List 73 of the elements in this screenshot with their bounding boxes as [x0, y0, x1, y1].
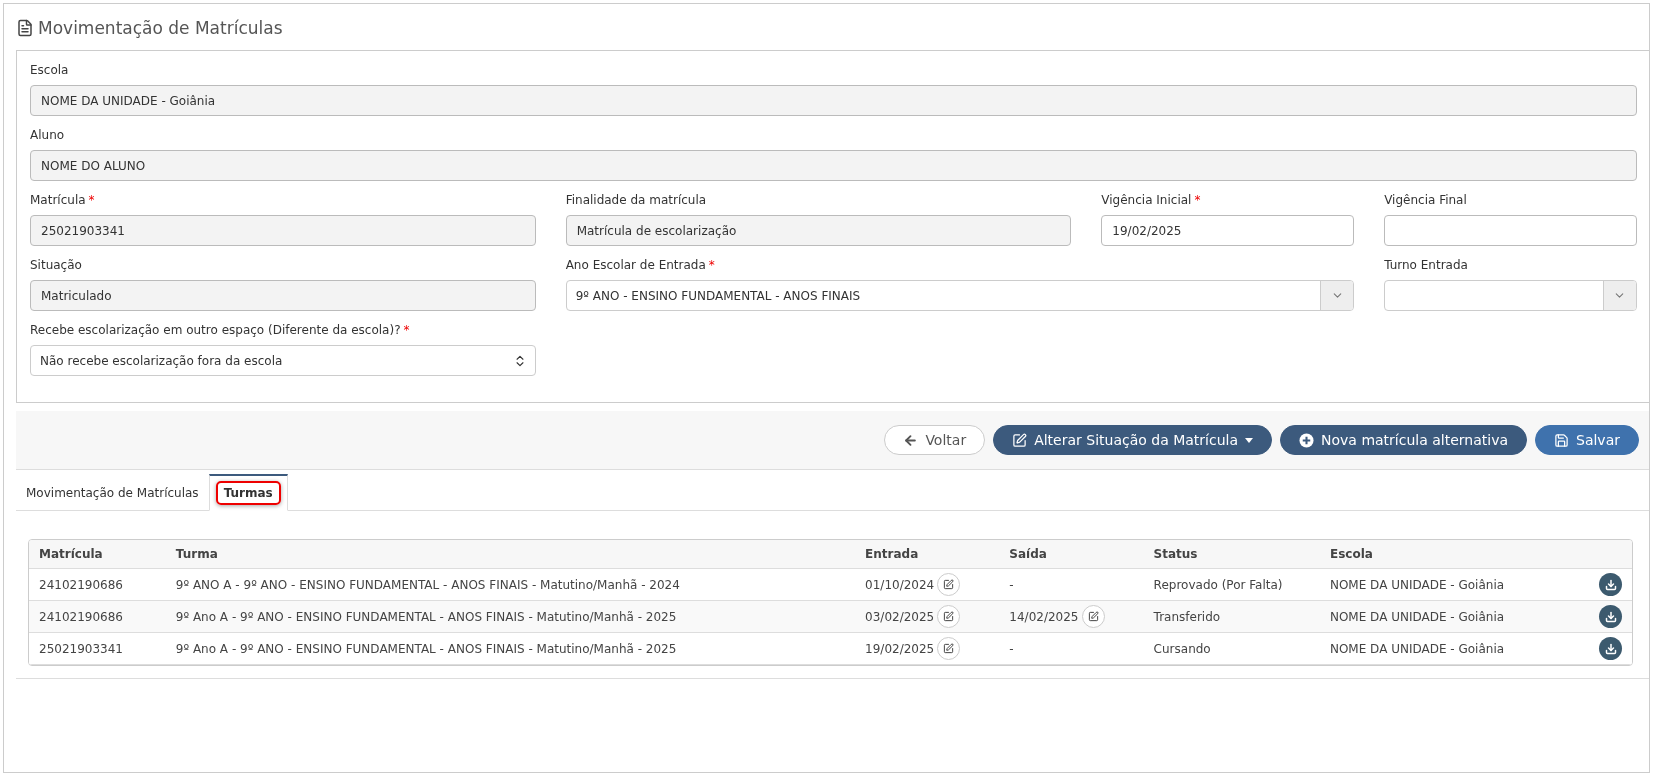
date-text: 03/02/2025: [865, 609, 935, 624]
table-cell: 24102190686: [29, 600, 166, 633]
readonly-field[interactable]: NOME DA UNIDADE - Goiânia: [30, 85, 1637, 116]
readonly-field[interactable]: Matrícula de escolarização: [565, 215, 1072, 246]
edit-icon: [943, 611, 955, 622]
required-asterisk: *: [708, 258, 715, 272]
field-label: Vigência Final: [1384, 193, 1468, 207]
select-field[interactable]: 9º ANO - ENSINO FUNDAMENTAL - ANOS FINAIS: [565, 280, 1355, 311]
readonly-field[interactable]: NOME DO ALUNO: [30, 150, 1637, 181]
download-button[interactable]: [1599, 605, 1622, 628]
field-label: Turno Entrada: [1384, 258, 1469, 272]
edit-icon: [1087, 611, 1099, 622]
date-text: 19/02/2025: [865, 641, 935, 656]
table-cell: Reprovado (Por Falta): [1143, 568, 1320, 601]
field-label: Vigência Inicial *: [1101, 193, 1202, 207]
edit-button[interactable]: [937, 573, 961, 596]
column-header: Escola: [1319, 540, 1576, 569]
field-label: Finalidade da matrícula: [565, 193, 708, 207]
column-header: Status: [1143, 540, 1320, 569]
tab[interactable]: Turmas: [208, 474, 288, 511]
table-cell: NOME DA UNIDADE - Goiânia: [1319, 632, 1576, 665]
download-icon: [1604, 610, 1617, 623]
table-cell: Transferido: [1143, 600, 1320, 633]
date-text: 01/10/2024: [865, 577, 935, 592]
column-header: Saída: [999, 540, 1144, 569]
plus-circle-icon: [1299, 432, 1315, 448]
download-icon: [1604, 578, 1617, 591]
column-header: Entrada: [855, 540, 1000, 569]
table-cell: 9º Ano A - 9º ANO - ENSINO FUNDAMENTAL - ANOS FINAIS - Matutino/Manhã - 2025: [165, 632, 856, 665]
add-button[interactable]: Nova matrícula alternativa: [1280, 425, 1527, 455]
table-cell: 25021903341: [29, 632, 166, 665]
date-field[interactable]: [1384, 215, 1637, 246]
column-header: Turma: [165, 540, 856, 569]
table-cell: Cursando: [1143, 632, 1320, 665]
save-icon: [1554, 432, 1569, 448]
readonly-field[interactable]: Matriculado: [30, 280, 536, 311]
table-cell: NOME DA UNIDADE - Goiânia: [1319, 600, 1576, 633]
date-text: 14/02/2025: [1009, 609, 1079, 624]
required-asterisk: *: [88, 193, 95, 207]
date-text: -: [1009, 641, 1014, 656]
download-button[interactable]: [1599, 637, 1622, 660]
edit-icon: [943, 643, 955, 654]
select-field[interactable]: Não recebe escolarização fora da escola: [30, 345, 536, 376]
menu-button[interactable]: Alterar Situação da Matrícula: [993, 425, 1273, 455]
table-cell: 9º ANO A - 9º ANO - ENSINO FUNDAMENTAL - ANOS FINAIS - Matutino/Manhã - 2024: [165, 568, 856, 601]
field-label: Ano Escolar de Entrada *: [565, 258, 716, 272]
field-label: Aluno: [30, 128, 66, 142]
download-icon: [1604, 642, 1617, 655]
column-header: Matrícula: [29, 540, 166, 569]
readonly-field[interactable]: 25021903341: [30, 215, 536, 246]
download-button[interactable]: [1599, 573, 1622, 596]
edit-icon: [1012, 432, 1028, 448]
edit-button[interactable]: [937, 605, 961, 628]
page-title: Movimentação de Matrículas: [38, 18, 283, 38]
table-cell: 9º Ano A - 9º ANO - ENSINO FUNDAMENTAL - ANOS FINAIS - Matutino/Manhã - 2025: [165, 600, 856, 633]
field-label: Situação: [30, 258, 83, 272]
caret-icon: [1245, 437, 1254, 443]
field-label: Escola: [30, 63, 70, 77]
back-button[interactable]: Voltar: [884, 425, 986, 455]
edit-button[interactable]: [937, 637, 961, 660]
select-field[interactable]: [1384, 280, 1637, 311]
table-cell: 24102190686: [29, 568, 166, 601]
field-label: Recebe escolarização em outro espaço (Diferente da escola)? *: [30, 323, 411, 337]
table-cell: NOME DA UNIDADE - Goiânia: [1319, 568, 1576, 601]
date-field[interactable]: 19/02/2025: [1101, 215, 1355, 246]
edit-icon: [943, 579, 955, 590]
document-icon: [16, 19, 34, 37]
edit-button[interactable]: [1081, 605, 1105, 628]
field-label: Matrícula *: [30, 193, 96, 207]
required-asterisk: *: [403, 323, 410, 337]
date-text: -: [1009, 577, 1014, 592]
save-button[interactable]: Salvar: [1535, 425, 1639, 455]
required-asterisk: *: [1194, 193, 1201, 207]
